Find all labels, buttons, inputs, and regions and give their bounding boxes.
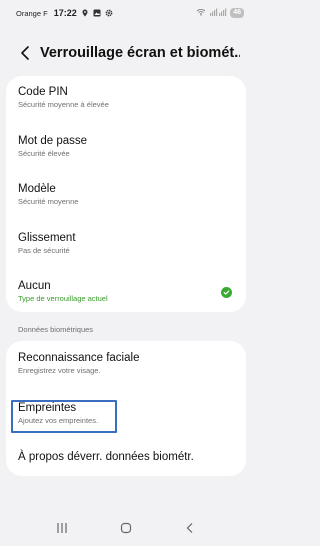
- option-label: Reconnaissance faciale: [18, 352, 140, 364]
- chevron-left-icon: [21, 46, 29, 60]
- option-label: À propos déverr. données biométr.: [18, 451, 194, 463]
- option-description: Sécurité moyenne à élevée: [18, 100, 109, 109]
- back-button[interactable]: [12, 38, 38, 68]
- home-icon: [120, 522, 132, 534]
- option-label: Glissement: [18, 232, 76, 244]
- option-description: Sécurité moyenne: [18, 197, 79, 206]
- option-label: Code PIN: [18, 86, 68, 98]
- biometric-about[interactable]: À propos déverr. données biométr.: [18, 450, 234, 464]
- signal-icon: [209, 8, 227, 18]
- biometric-face-recognition[interactable]: Reconnaissance faciale Enregistrez votre…: [18, 351, 234, 376]
- location-icon: [81, 9, 89, 17]
- back-arrow-icon: [186, 523, 193, 533]
- recent-apps-button[interactable]: [47, 513, 77, 543]
- status-bar: Orange F 17:22 46: [0, 0, 252, 26]
- system-nav-bar: [0, 510, 252, 546]
- check-circle-icon: [221, 287, 232, 298]
- home-button[interactable]: [111, 513, 141, 543]
- lock-option-password[interactable]: Mot de passe Sécurité élevée: [18, 134, 234, 159]
- clock: 17:22: [53, 8, 77, 18]
- settings-gear-icon: [105, 9, 113, 17]
- option-label: Modèle: [18, 183, 56, 195]
- gallery-icon: [93, 9, 101, 17]
- wifi-icon: [196, 8, 206, 18]
- battery-indicator: 46: [230, 8, 244, 18]
- selection-highlight: [11, 400, 117, 433]
- back-nav-button[interactable]: [175, 513, 205, 543]
- lock-option-none[interactable]: Aucun Type de verrouillage actuel: [18, 279, 234, 304]
- option-label: Mot de passe: [18, 135, 88, 147]
- carrier-label: Orange F: [16, 8, 48, 18]
- app-header: Verrouillage écran et biomét...: [0, 38, 252, 68]
- section-header-biometrics: Données biométriques: [18, 325, 94, 334]
- recent-apps-icon: [57, 523, 67, 533]
- lock-option-pattern[interactable]: Modèle Sécurité moyenne: [18, 182, 234, 207]
- option-description: Sécurité élevée: [18, 149, 70, 158]
- lock-type-card: Code PIN Sécurité moyenne à élevée Mot d…: [6, 76, 246, 312]
- lock-option-pin[interactable]: Code PIN Sécurité moyenne à élevée: [18, 85, 234, 110]
- option-description: Type de verrouillage actuel: [18, 294, 108, 303]
- option-description: Enregistrez votre visage.: [18, 366, 101, 375]
- option-label: Aucun: [18, 280, 51, 292]
- lock-option-swipe[interactable]: Glissement Pas de sécurité: [18, 231, 234, 256]
- page-title: Verrouillage écran et biomét...: [40, 45, 240, 61]
- option-description: Pas de sécurité: [18, 246, 70, 255]
